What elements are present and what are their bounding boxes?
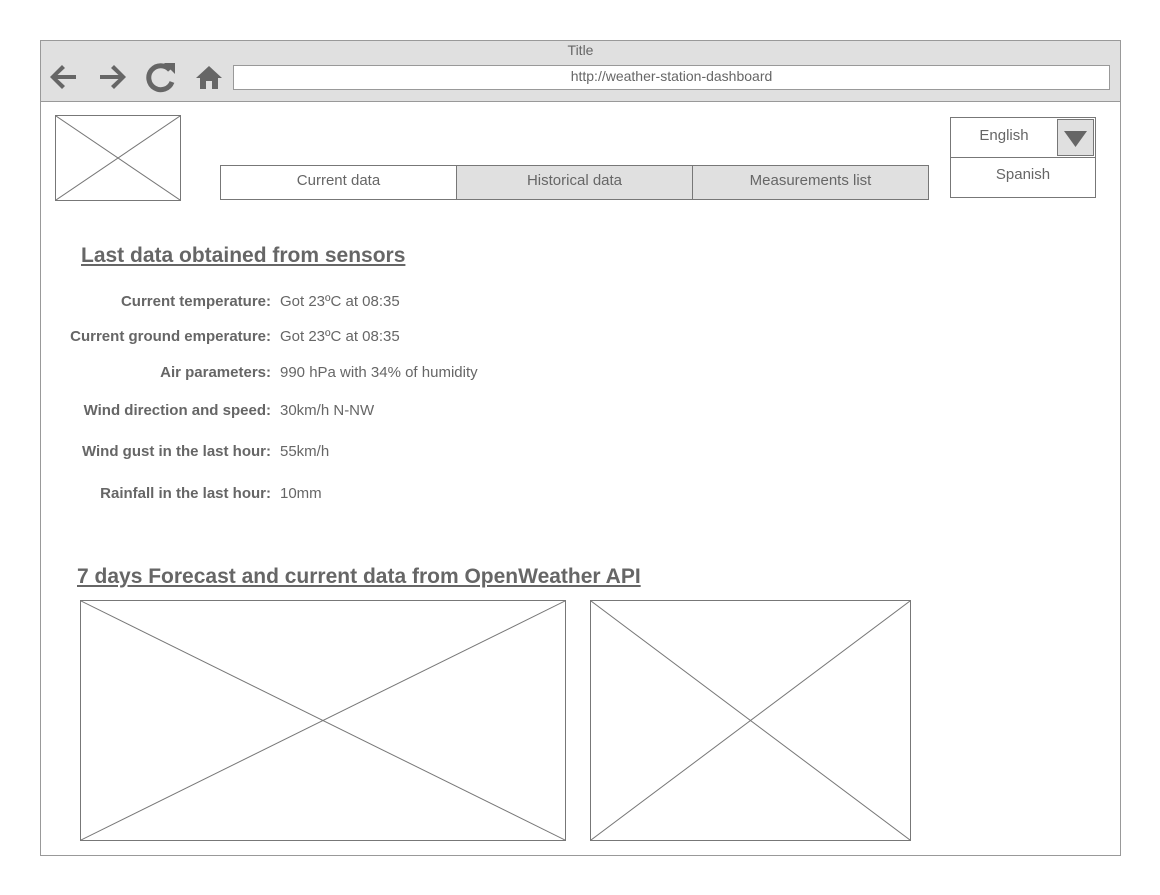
sensor-row: Current ground emperature: Got 23ºC at 0… [41, 328, 1120, 348]
sensor-label: Rainfall in the last hour: [100, 485, 271, 502]
tab-historical-data[interactable]: Historical data [456, 165, 693, 200]
sensor-value: 55km/h [280, 443, 330, 460]
sensors-heading: Last data obtained from sensors [81, 244, 406, 267]
browser-chrome: Title http://weather-station-dashboard [41, 41, 1120, 102]
sensor-row: Rainfall in the last hour: 10mm [41, 485, 1120, 505]
logo-image [55, 115, 181, 201]
tab-bar: Current data Historical data Measurement… [220, 165, 929, 200]
sensor-label: Wind gust in the last hour: [81, 443, 271, 460]
back-arrow-icon[interactable] [46, 61, 78, 93]
sensor-label: Current ground emperature: [70, 328, 271, 345]
triangle-down-icon [1064, 131, 1087, 147]
language-option-spanish[interactable]: Spanish [950, 157, 1096, 198]
language-select[interactable]: English [950, 117, 1096, 158]
sensor-value: Got 23ºC at 08:35 [280, 328, 400, 345]
sensor-label: Air parameters: [160, 364, 271, 381]
sensor-row: Current temperature: Got 23ºC at 08:35 [41, 293, 1120, 313]
current-weather-image [590, 600, 911, 841]
tab-measurements-list[interactable]: Measurements list [692, 165, 929, 200]
address-bar[interactable]: http://weather-station-dashboard [233, 65, 1110, 90]
sensor-value: 10mm [280, 485, 322, 502]
home-icon[interactable] [193, 61, 225, 93]
sensor-value: 990 hPa with 34% of humidity [280, 364, 478, 381]
forecast-image [80, 600, 566, 841]
language-dropdown: English Spanish [950, 117, 1096, 198]
sensor-label: Wind direction and speed: [83, 402, 271, 419]
tab-current-data[interactable]: Current data [220, 165, 457, 200]
sensor-value: 30km/h N-NW [280, 402, 375, 419]
forward-arrow-icon[interactable] [98, 61, 130, 93]
sensor-row: Wind gust in the last hour: 55km/h [41, 443, 1120, 463]
browser-window: Title http://weather-station-dashboard C… [40, 40, 1121, 856]
dropdown-toggle-button[interactable] [1057, 119, 1094, 156]
language-selected: English [979, 127, 1029, 144]
sensor-row: Air parameters: 990 hPa with 34% of humi… [41, 364, 1120, 384]
window-title: Title [567, 42, 594, 58]
sensor-value: Got 23ºC at 08:35 [280, 293, 400, 310]
sensor-row: Wind direction and speed: 30km/h N-NW [41, 402, 1120, 422]
sensor-label: Current temperature: [120, 293, 271, 310]
forecast-heading: 7 days Forecast and current data from Op… [77, 565, 641, 588]
reload-icon[interactable] [144, 61, 176, 93]
